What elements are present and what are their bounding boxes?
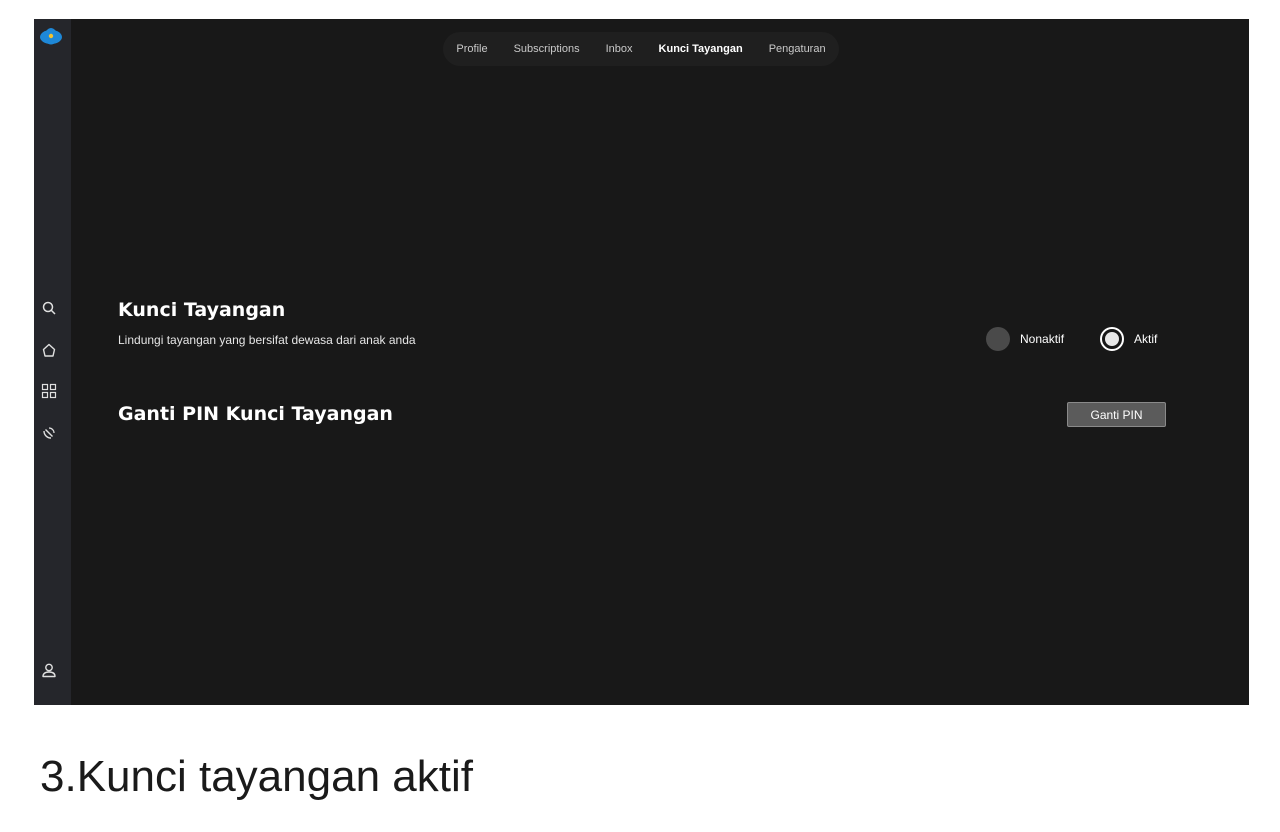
search-icon[interactable] [41,300,57,316]
radio-nonaktif[interactable] [986,327,1010,351]
app-window: Profile Subscriptions Inbox Kunci Tayang… [34,19,1249,705]
parental-lock-description: Lindungi tayangan yang bersifat dewasa d… [118,333,416,347]
radio-label-nonaktif: Nonaktif [1020,332,1065,346]
change-pin-title: Ganti PIN Kunci Tayangan [118,403,393,425]
change-pin-button[interactable]: Ganti PIN [1067,402,1166,427]
parental-lock-title: Kunci Tayangan [118,299,286,321]
nav-item-kunci-tayangan[interactable]: Kunci Tayangan [646,43,756,55]
radio-label-aktif: Aktif [1134,332,1158,346]
parental-lock-toggle: Nonaktif Aktif [986,327,1157,351]
logo-icon[interactable] [38,25,64,47]
radio-aktif[interactable] [1100,327,1125,351]
sidebar [34,19,71,705]
nav-item-profile[interactable]: Profile [443,43,500,55]
nav-item-inbox[interactable]: Inbox [593,43,646,55]
nav-item-subscriptions[interactable]: Subscriptions [501,43,593,55]
user-icon[interactable] [41,662,57,678]
radio-option-nonaktif[interactable]: Nonaktif [986,327,1064,351]
satellite-icon[interactable] [41,425,57,441]
grid-icon[interactable] [41,383,57,399]
home-icon[interactable] [41,342,57,358]
top-nav: Profile Subscriptions Inbox Kunci Tayang… [443,32,839,66]
radio-option-aktif[interactable]: Aktif [1100,327,1157,351]
nav-item-pengaturan[interactable]: Pengaturan [756,43,839,55]
caption: 3.Kunci tayangan aktif [40,752,473,801]
